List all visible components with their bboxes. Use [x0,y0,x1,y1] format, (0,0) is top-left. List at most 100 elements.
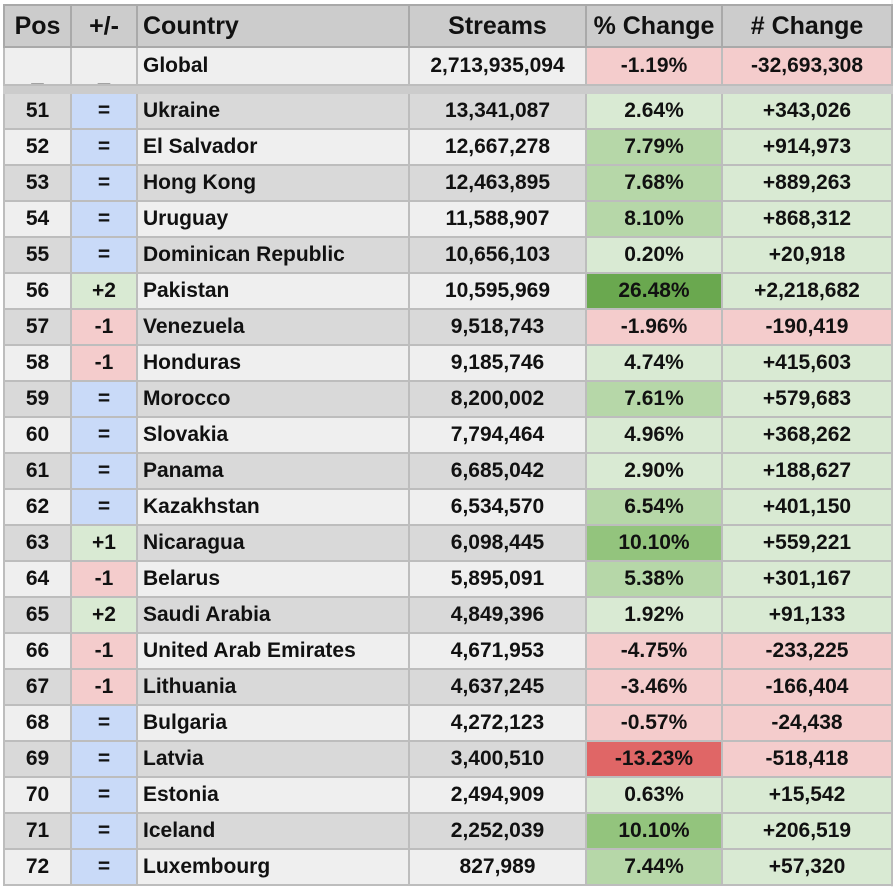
cell-movement[interactable]: +2 [70,596,138,634]
cell-pos[interactable]: 54 [3,200,72,238]
cell-movement[interactable]: -1 [70,308,138,346]
cell-movement[interactable]: = [70,416,138,454]
cell-pos[interactable]: 68 [3,704,72,742]
cell-pos[interactable]: 63 [3,524,72,562]
cell-pos[interactable]: 69 [3,740,72,778]
frozen-divider-bar[interactable] [3,84,893,94]
cell-pct-change[interactable]: 1.92% [585,596,723,634]
cell-country[interactable]: Slovakia [136,416,410,454]
cell-streams[interactable]: 6,685,042 [408,452,587,490]
cell-pct-change[interactable]: -4.75% [585,632,723,670]
cell-pct-change[interactable]: -13.23% [585,740,723,778]
column-header-streams[interactable]: Streams [408,4,587,48]
cell-country[interactable]: Panama [136,452,410,490]
cell-streams[interactable]: 12,667,278 [408,128,587,166]
cell-num-change[interactable]: -24,438 [721,704,893,742]
cell-movement[interactable]: = [70,848,138,886]
cell-pct-change[interactable]: 0.20% [585,236,723,274]
cell-country[interactable]: Saudi Arabia [136,596,410,634]
cell-pct-change[interactable]: 7.79% [585,128,723,166]
cell-streams[interactable]: 9,185,746 [408,344,587,382]
cell-pct-change[interactable]: -1.96% [585,308,723,346]
cell-num-change[interactable]: -518,418 [721,740,893,778]
global-pos[interactable]: _ [3,46,72,86]
cell-pos[interactable]: 64 [3,560,72,598]
frozen-row-divider[interactable] [3,84,893,94]
cell-streams[interactable]: 4,637,245 [408,668,587,706]
cell-pct-change[interactable]: 7.68% [585,164,723,202]
cell-num-change[interactable]: +188,627 [721,452,893,490]
cell-movement[interactable]: = [70,452,138,490]
cell-movement[interactable]: = [70,740,138,778]
cell-country[interactable]: Lithuania [136,668,410,706]
cell-num-change[interactable]: +343,026 [721,92,893,130]
cell-pct-change[interactable]: 7.44% [585,848,723,886]
cell-streams[interactable]: 6,098,445 [408,524,587,562]
cell-num-change[interactable]: +914,973 [721,128,893,166]
cell-num-change[interactable]: +15,542 [721,776,893,814]
cell-country[interactable]: Uruguay [136,200,410,238]
cell-country[interactable]: Bulgaria [136,704,410,742]
cell-num-change[interactable]: +20,918 [721,236,893,274]
cell-pct-change[interactable]: 7.61% [585,380,723,418]
column-header-num-change[interactable]: # Change [721,4,893,48]
cell-pct-change[interactable]: 10.10% [585,524,723,562]
cell-movement[interactable]: -1 [70,668,138,706]
cell-country[interactable]: Pakistan [136,272,410,310]
cell-movement[interactable]: -1 [70,560,138,598]
cell-pct-change[interactable]: -3.46% [585,668,723,706]
cell-pos[interactable]: 55 [3,236,72,274]
cell-country[interactable]: Estonia [136,776,410,814]
cell-movement[interactable]: -1 [70,344,138,382]
cell-streams[interactable]: 10,656,103 [408,236,587,274]
cell-streams[interactable]: 11,588,907 [408,200,587,238]
cell-pct-change[interactable]: -0.57% [585,704,723,742]
cell-country[interactable]: El Salvador [136,128,410,166]
global-streams[interactable]: 2,713,935,094 [408,46,587,86]
cell-streams[interactable]: 8,200,002 [408,380,587,418]
cell-country[interactable]: Ukraine [136,92,410,130]
cell-num-change[interactable]: +2,218,682 [721,272,893,310]
cell-pos[interactable]: 58 [3,344,72,382]
cell-movement[interactable]: = [70,92,138,130]
cell-pct-change[interactable]: 2.64% [585,92,723,130]
cell-num-change[interactable]: +559,221 [721,524,893,562]
cell-pct-change[interactable]: 0.63% [585,776,723,814]
cell-country[interactable]: Venezuela [136,308,410,346]
cell-num-change[interactable]: -233,225 [721,632,893,670]
cell-movement[interactable]: = [70,164,138,202]
cell-pos[interactable]: 66 [3,632,72,670]
cell-num-change[interactable]: +57,320 [721,848,893,886]
cell-pct-change[interactable]: 26.48% [585,272,723,310]
cell-country[interactable]: Morocco [136,380,410,418]
cell-country[interactable]: Hong Kong [136,164,410,202]
cell-movement[interactable]: = [70,704,138,742]
cell-movement[interactable]: = [70,200,138,238]
cell-pct-change[interactable]: 10.10% [585,812,723,850]
cell-num-change[interactable]: +889,263 [721,164,893,202]
global-pct-change[interactable]: -1.19% [585,46,723,86]
column-header-pct-change[interactable]: % Change [585,4,723,48]
cell-pos[interactable]: 70 [3,776,72,814]
global-country[interactable]: Global [136,46,410,86]
cell-streams[interactable]: 3,400,510 [408,740,587,778]
cell-pos[interactable]: 65 [3,596,72,634]
cell-streams[interactable]: 12,463,895 [408,164,587,202]
cell-pct-change[interactable]: 2.90% [585,452,723,490]
cell-pct-change[interactable]: 8.10% [585,200,723,238]
cell-pos[interactable]: 59 [3,380,72,418]
cell-pct-change[interactable]: 6.54% [585,488,723,526]
cell-country[interactable]: Honduras [136,344,410,382]
global-num-change[interactable]: -32,693,308 [721,46,893,86]
cell-pct-change[interactable]: 4.96% [585,416,723,454]
column-header-pos[interactable]: Pos [3,4,72,48]
cell-country[interactable]: Iceland [136,812,410,850]
column-header-country[interactable]: Country [136,4,410,48]
cell-pos[interactable]: 67 [3,668,72,706]
cell-country[interactable]: Dominican Republic [136,236,410,274]
cell-streams[interactable]: 13,341,087 [408,92,587,130]
cell-movement[interactable]: = [70,128,138,166]
cell-streams[interactable]: 4,272,123 [408,704,587,742]
cell-pos[interactable]: 72 [3,848,72,886]
cell-movement[interactable]: = [70,812,138,850]
